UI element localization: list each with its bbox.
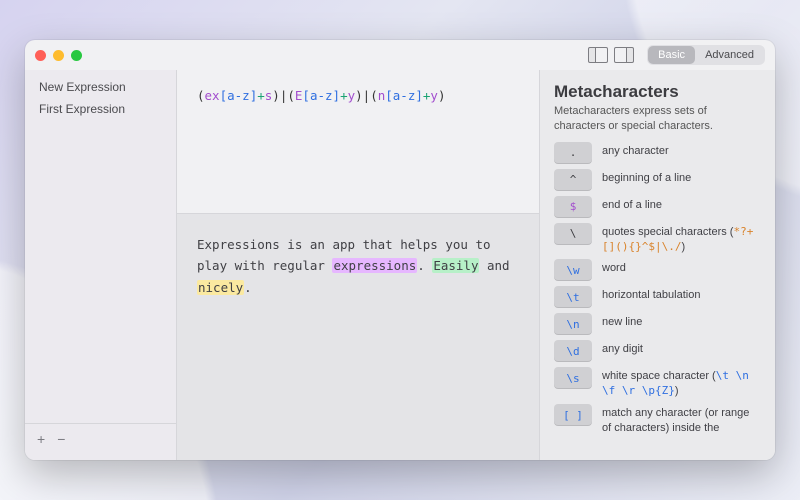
titlebar: Basic Advanced bbox=[25, 40, 775, 70]
reference-panel: Metacharacters Metacharacters express se… bbox=[539, 70, 775, 460]
reference-desc: any digit bbox=[602, 340, 643, 357]
remove-expression-button[interactable]: − bbox=[57, 432, 65, 446]
reference-row[interactable]: \d any digit bbox=[554, 340, 761, 362]
reference-key: . bbox=[554, 142, 592, 164]
reference-desc: word bbox=[602, 259, 626, 276]
match-2: Easily bbox=[432, 258, 479, 273]
reference-intro: Metacharacters express sets of character… bbox=[554, 104, 761, 134]
regex-token: ) bbox=[438, 88, 446, 103]
reference-key: \t bbox=[554, 286, 592, 308]
reference-row[interactable]: \s white space character (\t \n \f \r \p{… bbox=[554, 367, 761, 399]
reference-title: Metacharacters bbox=[554, 82, 761, 102]
regex-token: y bbox=[348, 88, 356, 103]
regex-token: + bbox=[340, 88, 348, 103]
reference-desc: any character bbox=[602, 142, 669, 159]
reference-desc: beginning of a line bbox=[602, 169, 691, 186]
editor-area: (ex[a-z]+s)|(E[a-z]+y)|(n[a-z]+y) Expres… bbox=[177, 70, 539, 460]
sample-text-p1: . bbox=[417, 258, 432, 273]
reference-row[interactable]: \t horizontal tabulation bbox=[554, 286, 761, 308]
reference-desc: new line bbox=[602, 313, 642, 330]
regex-token: ( bbox=[370, 88, 378, 103]
layout-toggles bbox=[588, 47, 634, 63]
reference-key: \w bbox=[554, 259, 592, 281]
reference-row[interactable]: ^ beginning of a line bbox=[554, 169, 761, 191]
reference-key: [ ] bbox=[554, 404, 592, 426]
zoom-icon[interactable] bbox=[71, 50, 82, 61]
close-icon[interactable] bbox=[35, 50, 46, 61]
reference-list: . any character ^ beginning of a line $ end o… bbox=[554, 142, 761, 441]
reference-desc: white space character (\t \n \f \r \p{Z}… bbox=[602, 367, 761, 399]
reference-key: \s bbox=[554, 367, 592, 389]
reference-row[interactable]: \w word bbox=[554, 259, 761, 281]
sidebar-item-new-expression[interactable]: New Expression bbox=[25, 76, 176, 98]
reference-mode-segmented[interactable]: Basic Advanced bbox=[647, 45, 765, 65]
regex-token: ( bbox=[287, 88, 295, 103]
reference-row[interactable]: . any character bbox=[554, 142, 761, 164]
regex-token: ) bbox=[272, 88, 280, 103]
segment-basic[interactable]: Basic bbox=[648, 46, 695, 64]
toggle-left-sidebar-icon[interactable] bbox=[588, 47, 608, 63]
reference-row[interactable]: \ quotes special characters (*?+[](){}^$|… bbox=[554, 223, 761, 255]
reference-row[interactable]: \n new line bbox=[554, 313, 761, 335]
sample-text-p2: and bbox=[479, 258, 509, 273]
sample-text-input[interactable]: Expressions is an app that helps you to … bbox=[177, 214, 539, 460]
sample-text-post: . bbox=[244, 280, 252, 295]
regex-token: [a-z] bbox=[385, 88, 423, 103]
app-window: Basic Advanced New Expression First Expr… bbox=[25, 40, 775, 460]
regex-token: [a-z] bbox=[302, 88, 340, 103]
regex-token: ex bbox=[205, 88, 220, 103]
regex-token: [a-z] bbox=[220, 88, 258, 103]
sidebar-footer: + − bbox=[25, 423, 176, 454]
regex-token: ) bbox=[355, 88, 363, 103]
sidebar-item-first-expression[interactable]: First Expression bbox=[25, 98, 176, 120]
reference-desc: end of a line bbox=[602, 196, 662, 213]
reference-desc: match any character (or range of charact… bbox=[602, 404, 761, 436]
reference-row[interactable]: [ ] match any character (or range of char… bbox=[554, 404, 761, 436]
reference-key: \ bbox=[554, 223, 592, 245]
regex-token: ( bbox=[197, 88, 205, 103]
expressions-sidebar: New Expression First Expression + − bbox=[25, 70, 177, 460]
match-1: expressions bbox=[332, 258, 417, 273]
reference-key: \d bbox=[554, 340, 592, 362]
regex-token: y bbox=[430, 88, 438, 103]
reference-key: ^ bbox=[554, 169, 592, 191]
segment-advanced[interactable]: Advanced bbox=[695, 46, 764, 64]
match-3: nicely bbox=[197, 280, 244, 295]
regex-token: + bbox=[257, 88, 265, 103]
reference-desc: quotes special characters (*?+[](){}^$|\… bbox=[602, 223, 761, 255]
reference-key: \n bbox=[554, 313, 592, 335]
toggle-right-sidebar-icon[interactable] bbox=[614, 47, 634, 63]
reference-row[interactable]: $ end of a line bbox=[554, 196, 761, 218]
regex-input[interactable]: (ex[a-z]+s)|(E[a-z]+y)|(n[a-z]+y) bbox=[177, 70, 539, 214]
minimize-icon[interactable] bbox=[53, 50, 64, 61]
reference-key: $ bbox=[554, 196, 592, 218]
add-expression-button[interactable]: + bbox=[37, 432, 45, 446]
reference-desc: horizontal tabulation bbox=[602, 286, 700, 303]
